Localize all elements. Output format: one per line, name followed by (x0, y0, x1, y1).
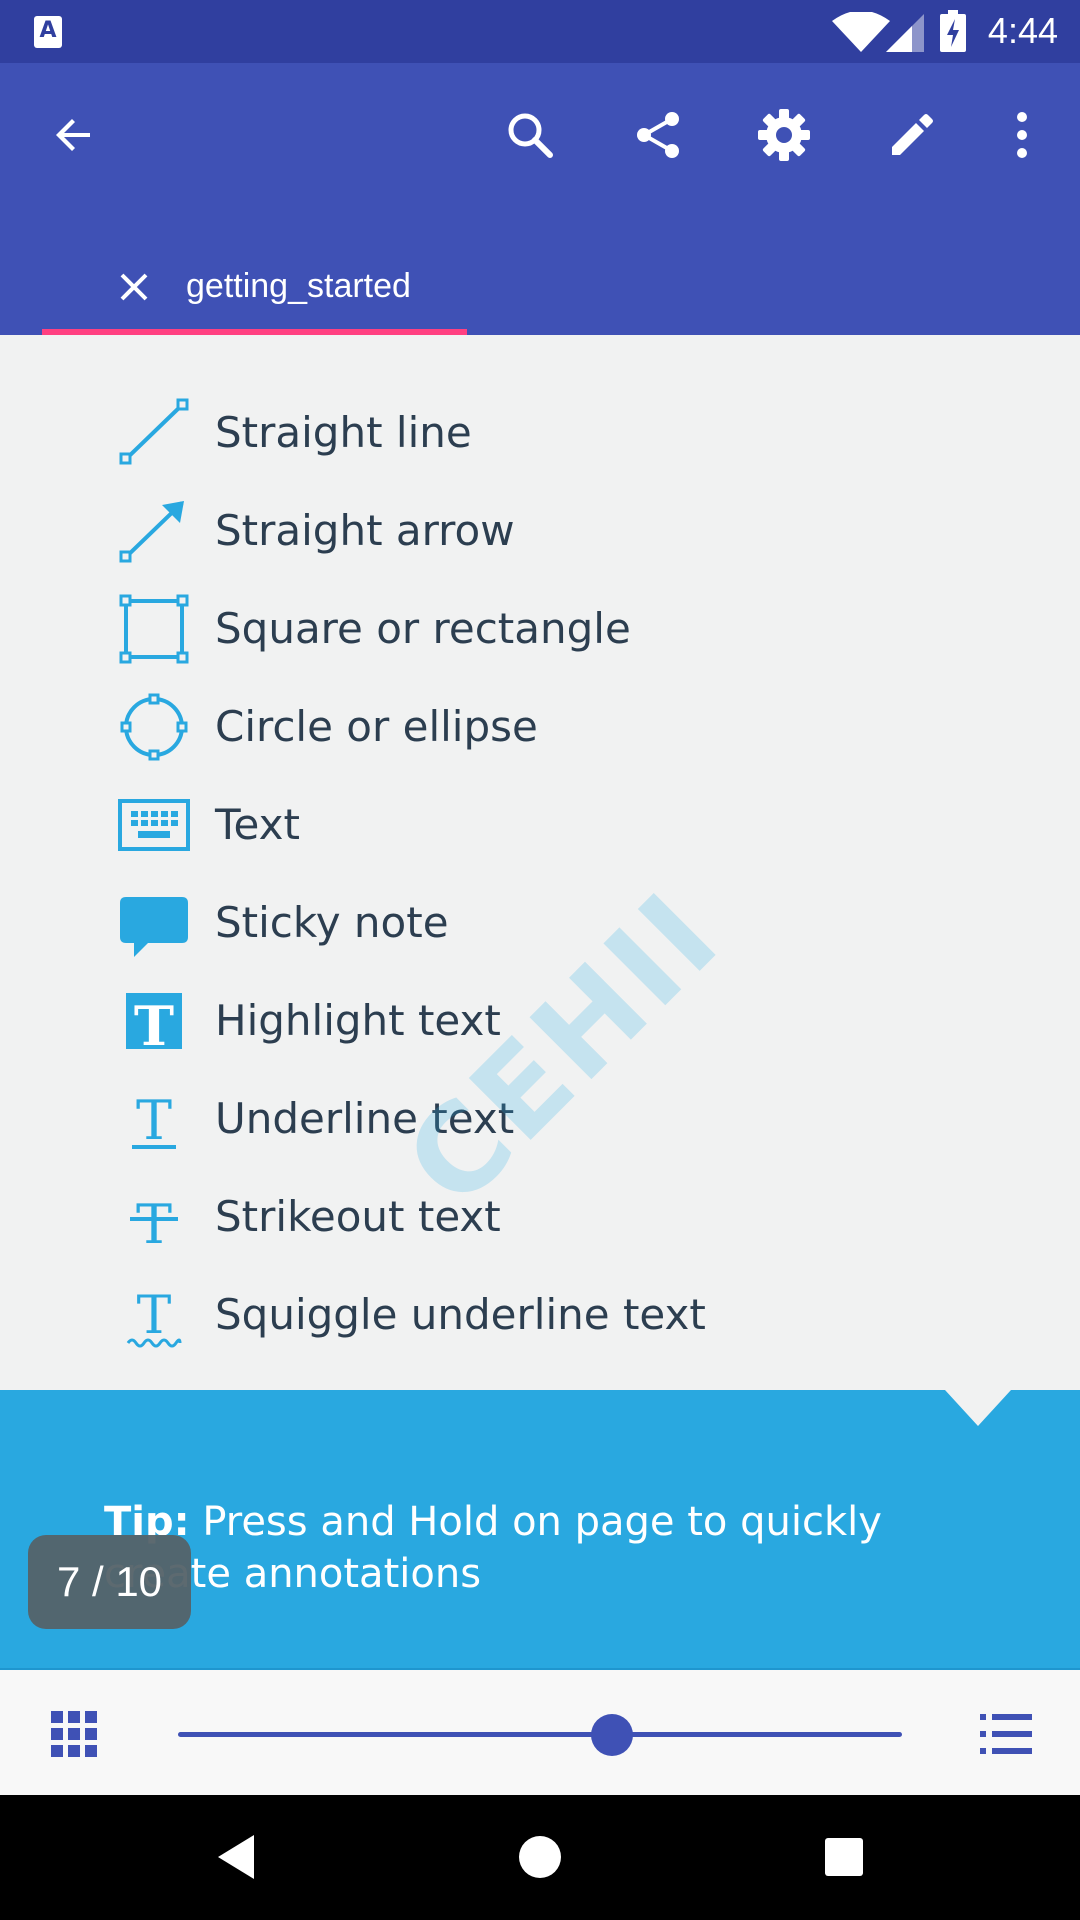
clipped-text-line (120, 335, 480, 341)
wifi-icon (832, 12, 890, 52)
sticky-note-icon (118, 887, 190, 959)
settings-button[interactable] (748, 99, 820, 171)
svg-text:T: T (134, 994, 174, 1057)
tip-text: Tip: Press and Hold on page to quickly c… (104, 1496, 1004, 1600)
tab-label: getting_started (186, 267, 411, 305)
nav-back-button[interactable] (196, 1817, 276, 1897)
strikeout-text-icon: T (118, 1181, 190, 1253)
list-item: Circle or ellipse (118, 687, 918, 767)
outline-button[interactable] (970, 1698, 1042, 1770)
keyboard-icon (118, 789, 190, 861)
straight-arrow-icon (118, 495, 190, 567)
list-item-label: Straight arrow (215, 506, 515, 555)
list-item: Straight line (118, 393, 918, 473)
outline-list-icon (980, 1714, 1032, 1754)
svg-text:T: T (137, 1286, 172, 1346)
nav-recents-button[interactable] (804, 1817, 884, 1897)
svg-text:T: T (136, 1089, 172, 1152)
list-item: Straight arrow (118, 491, 918, 571)
list-item: Text (118, 785, 918, 865)
list-item-label: Strikeout text (215, 1192, 501, 1241)
more-vert-icon (1017, 112, 1027, 158)
document-page[interactable]: Straight line Straight arrow Square or r… (0, 335, 1080, 1390)
share-icon (637, 112, 679, 158)
recents-square-icon (825, 1838, 863, 1876)
back-triangle-icon (218, 1835, 254, 1879)
rectangle-icon (118, 593, 190, 665)
tab-getting-started[interactable]: getting_started (42, 239, 467, 335)
cell-signal-icon (886, 14, 924, 52)
search-icon (508, 113, 553, 158)
search-button[interactable] (494, 99, 566, 171)
thumbnails-grid-icon (51, 1711, 97, 1757)
slider-track (178, 1732, 902, 1737)
list-item: T Squiggle underline text (118, 1275, 918, 1355)
status-bar: A 4:44 (0, 0, 1080, 63)
slider-thumb[interactable] (591, 1714, 634, 1756)
system-nav-bar (0, 1795, 1080, 1920)
list-item: Sticky note (118, 883, 918, 963)
settings-gear-icon (758, 109, 810, 161)
home-circle-icon (519, 1836, 561, 1878)
nav-home-button[interactable] (500, 1817, 580, 1897)
app-notification-icon: A (34, 16, 62, 48)
page-indicator: 7 / 10 (28, 1535, 191, 1629)
clock: 4:44 (987, 10, 1058, 51)
back-arrow-icon (56, 119, 90, 151)
list-item-label: Squiggle underline text (215, 1290, 706, 1339)
list-item-label: Circle or ellipse (215, 702, 538, 751)
list-item: T Strikeout text (118, 1177, 918, 1257)
list-item: T Highlight text (118, 981, 918, 1061)
straight-line-icon (118, 397, 190, 469)
app-bar: getting_started (0, 63, 1080, 335)
thumbnails-button[interactable] (38, 1698, 110, 1770)
list-item-label: Sticky note (215, 898, 449, 947)
tip-pointer (945, 1390, 1011, 1426)
list-item-label: Underline text (215, 1094, 515, 1143)
highlight-text-icon: T (118, 985, 190, 1057)
edit-button[interactable] (876, 99, 948, 171)
bottom-toolbar (0, 1668, 1080, 1795)
list-item-label: Square or rectangle (215, 604, 631, 653)
back-button[interactable] (38, 99, 110, 171)
tab-close-button[interactable] (108, 261, 160, 313)
tip-message: Press and Hold on page to quickly create… (104, 1499, 882, 1597)
list-item: T Underline text (118, 1079, 918, 1159)
ellipse-icon (118, 691, 190, 763)
svg-text:T: T (136, 1193, 172, 1253)
list-item-label: Straight line (215, 408, 472, 457)
list-item-label: Highlight text (215, 996, 501, 1045)
edit-pencil-icon (892, 114, 933, 155)
page-slider[interactable] (178, 1710, 902, 1760)
underline-text-icon: T (118, 1083, 190, 1155)
close-icon (120, 273, 148, 301)
battery-charging-icon (940, 10, 966, 52)
list-item: Square or rectangle (118, 589, 918, 669)
list-item-label: Text (215, 800, 300, 849)
squiggle-underline-icon: T (118, 1279, 190, 1351)
share-button[interactable] (622, 99, 694, 171)
more-options-button[interactable] (986, 99, 1058, 171)
